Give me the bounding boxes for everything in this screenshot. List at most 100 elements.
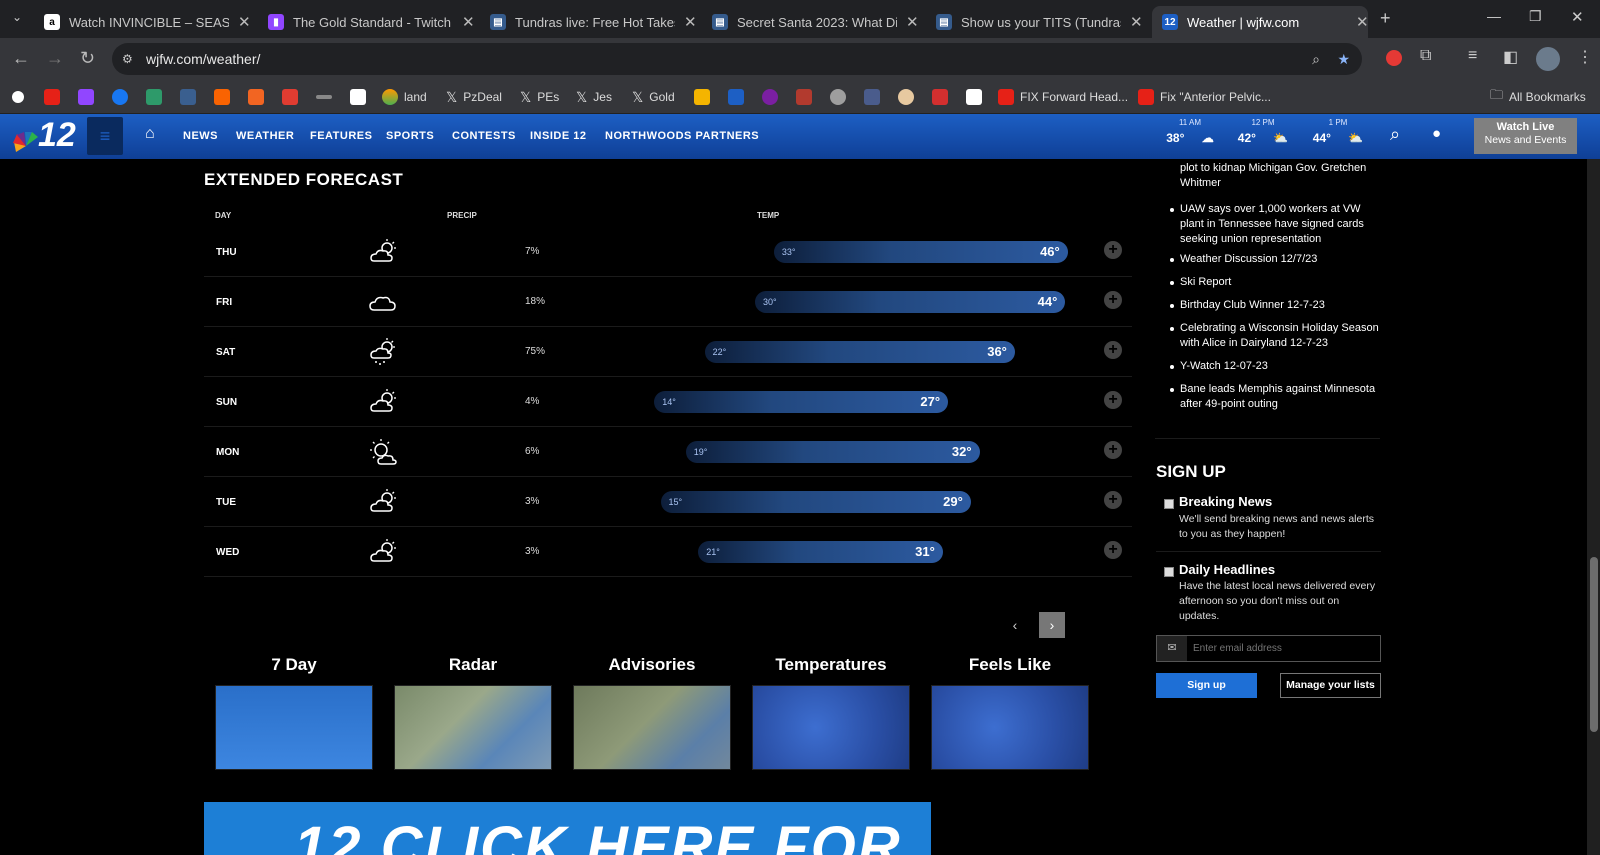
bookmark-land[interactable]: land xyxy=(382,86,427,108)
menu-icon[interactable]: ⋮ xyxy=(1577,47,1593,67)
amazon-icon[interactable] xyxy=(350,86,366,108)
bookmark-gold[interactable]: 𝕏 Gold xyxy=(632,86,675,108)
watch-live-button[interactable]: Watch Live News and Events xyxy=(1474,118,1577,154)
close-icon[interactable]: ✕ xyxy=(1130,13,1143,31)
sidepanel-icon[interactable]: ◧ xyxy=(1503,47,1518,67)
daily-headlines-checkbox[interactable] xyxy=(1164,567,1174,577)
email-input[interactable] xyxy=(1193,640,1373,657)
bookmark-jes[interactable]: 𝕏 Jes xyxy=(576,86,612,108)
headline-item[interactable]: plot to kidnap Michigan Gov. Gretchen Wh… xyxy=(1180,161,1380,191)
bookmark-fix-forward-head[interactable]: FIX Forward Head... xyxy=(998,86,1128,108)
headline-item[interactable]: Ski Report xyxy=(1170,275,1380,290)
scrollbar-thumb[interactable] xyxy=(1590,557,1598,732)
map-thumbnail[interactable] xyxy=(573,685,731,770)
sign-up-button[interactable]: Sign up xyxy=(1156,673,1257,698)
back-icon[interactable]: ← xyxy=(12,48,30,69)
window-close-button[interactable]: ✕ xyxy=(1571,8,1584,26)
facebook-icon[interactable] xyxy=(112,86,128,108)
site-logo[interactable]: 12 xyxy=(12,116,76,156)
bookmark-fix-anterior-pelvic[interactable]: Fix "Anterior Pelvic... xyxy=(1138,86,1271,108)
expand-plus-icon[interactable]: + xyxy=(1104,491,1122,509)
site-info-icon[interactable]: ⚙ xyxy=(122,43,133,75)
nav-contests[interactable]: CONTESTS xyxy=(452,130,516,142)
bookmark-icon[interactable] xyxy=(796,86,812,108)
wjfw-icon[interactable] xyxy=(728,86,744,108)
headline-item[interactable]: Bane leads Memphis against Minnesota aft… xyxy=(1170,382,1380,412)
ad-banner[interactable]: 12 CLICK HERE FOR xyxy=(204,802,931,855)
map-thumbnail[interactable] xyxy=(752,685,910,770)
bookmark-icon[interactable] xyxy=(248,86,264,108)
nav-features[interactable]: FEATURES xyxy=(310,130,372,142)
nav-inside-12[interactable]: INSIDE 12 xyxy=(530,130,586,142)
tab-show-us[interactable]: ▤ Show us your TITS (Tundras in ✕ xyxy=(926,6,1144,38)
tab-weather-active[interactable]: 12 Weather | wjfw.com ✕ xyxy=(1152,6,1369,38)
url-field[interactable]: ⚙ wjfw.com/weather/ ⌕ ★ xyxy=(112,43,1362,75)
bookmark-icon[interactable] xyxy=(12,86,24,108)
tab-twitch[interactable]: ▮ The Gold Standard - Twitch ✕ xyxy=(258,6,476,38)
puzzle-icon[interactable]: ⧉ xyxy=(1420,47,1431,65)
hamburger-menu-button[interactable]: ≡ xyxy=(87,117,123,155)
reload-icon[interactable]: ↻ xyxy=(80,48,95,69)
bookmark-icon[interactable] xyxy=(864,86,880,108)
bookmark-icon[interactable] xyxy=(180,86,196,108)
media-icon[interactable]: ≡ xyxy=(1468,47,1477,65)
map-tile[interactable]: Advisories xyxy=(573,655,731,770)
forecast-row[interactable]: MON 6% 19° 32° + xyxy=(204,427,1132,477)
all-bookmarks[interactable]: 🗀 All Bookmarks xyxy=(1490,86,1586,108)
next-page-button[interactable]: › xyxy=(1039,612,1065,638)
bookmark-icon[interactable] xyxy=(282,86,298,108)
bookmark-icon[interactable] xyxy=(316,86,332,108)
close-icon[interactable]: ✕ xyxy=(1356,13,1369,31)
new-tab-button[interactable]: + xyxy=(1380,8,1391,29)
bookmark-star-icon[interactable]: ★ xyxy=(1337,43,1350,75)
nav-weather[interactable]: WEATHER xyxy=(236,130,294,142)
restore-button[interactable]: ❐ xyxy=(1529,8,1542,25)
home-icon[interactable]: ⌂ xyxy=(145,125,155,143)
tab-invincible[interactable]: a Watch INVINCIBLE – SEASON 2 ✕ xyxy=(34,6,252,38)
close-icon[interactable]: ✕ xyxy=(684,13,697,31)
hourly-12pm[interactable]: 12 PM 42° ⛅ xyxy=(1228,118,1298,145)
bookmark-icon[interactable] xyxy=(762,86,778,108)
nav-sports[interactable]: SPORTS xyxy=(386,130,434,142)
tab-tundras-live[interactable]: ▤ Tundras live: Free Hot Takes W ✕ xyxy=(480,6,698,38)
forward-icon[interactable]: → xyxy=(46,48,64,69)
breaking-news-checkbox[interactable] xyxy=(1164,499,1174,509)
minimize-button[interactable]: — xyxy=(1487,8,1501,24)
headline-item[interactable]: Birthday Club Winner 12-7-23 xyxy=(1170,298,1380,313)
bookmark-pes[interactable]: 𝕏 PEs xyxy=(520,86,559,108)
manage-lists-button[interactable]: Manage your lists xyxy=(1280,673,1381,698)
close-icon[interactable]: ✕ xyxy=(238,13,251,31)
map-thumbnail[interactable] xyxy=(931,685,1089,770)
baseball-icon[interactable] xyxy=(898,86,914,108)
headline-item[interactable]: Y-Watch 12-07-23 xyxy=(1170,359,1380,374)
headline-item[interactable]: UAW says over 1,000 workers at VW plant … xyxy=(1170,202,1380,247)
forecast-row[interactable]: FRI 18% 30° 44° + xyxy=(204,277,1132,327)
headline-item[interactable]: Celebrating a Wisconsin Holiday Season w… xyxy=(1170,321,1380,351)
forecast-row[interactable]: SUN 4% 14° 27° + xyxy=(204,377,1132,427)
zoom-icon[interactable]: ⌕ xyxy=(1312,43,1320,75)
home-depot-icon[interactable] xyxy=(214,86,230,108)
bookmark-pzdeal[interactable]: 𝕏 PzDeal xyxy=(446,86,502,108)
forecast-row[interactable]: SAT 75% 22° 36° + xyxy=(204,327,1132,377)
nav-news[interactable]: NEWS xyxy=(183,130,218,142)
map-thumbnail[interactable] xyxy=(215,685,373,770)
youtube-icon[interactable] xyxy=(44,86,60,108)
bookmark-icon[interactable] xyxy=(146,86,162,108)
expand-plus-icon[interactable]: + xyxy=(1104,541,1122,559)
scrollbar[interactable] xyxy=(1587,159,1600,855)
expand-plus-icon[interactable]: + xyxy=(1104,291,1122,309)
amazon-icon[interactable] xyxy=(966,86,982,108)
expand-plus-icon[interactable]: + xyxy=(1104,391,1122,409)
map-tile[interactable]: Radar xyxy=(394,655,552,770)
expand-plus-icon[interactable]: + xyxy=(1104,241,1122,259)
twitch-icon[interactable] xyxy=(78,86,94,108)
bookmark-icon[interactable] xyxy=(694,86,710,108)
nav-northwoods-partners[interactable]: NORTHWOODS PARTNERS xyxy=(605,130,759,142)
close-icon[interactable]: ✕ xyxy=(462,13,475,31)
map-tile[interactable]: Temperatures xyxy=(752,655,910,770)
map-thumbnail[interactable] xyxy=(394,685,552,770)
expand-plus-icon[interactable]: + xyxy=(1104,441,1122,459)
hourly-1pm[interactable]: 1 PM 44° ⛅ xyxy=(1303,118,1373,145)
account-icon[interactable]: ● xyxy=(1432,125,1441,142)
tab-secret-santa[interactable]: ▤ Secret Santa 2023: What Did Y ✕ xyxy=(702,6,920,38)
